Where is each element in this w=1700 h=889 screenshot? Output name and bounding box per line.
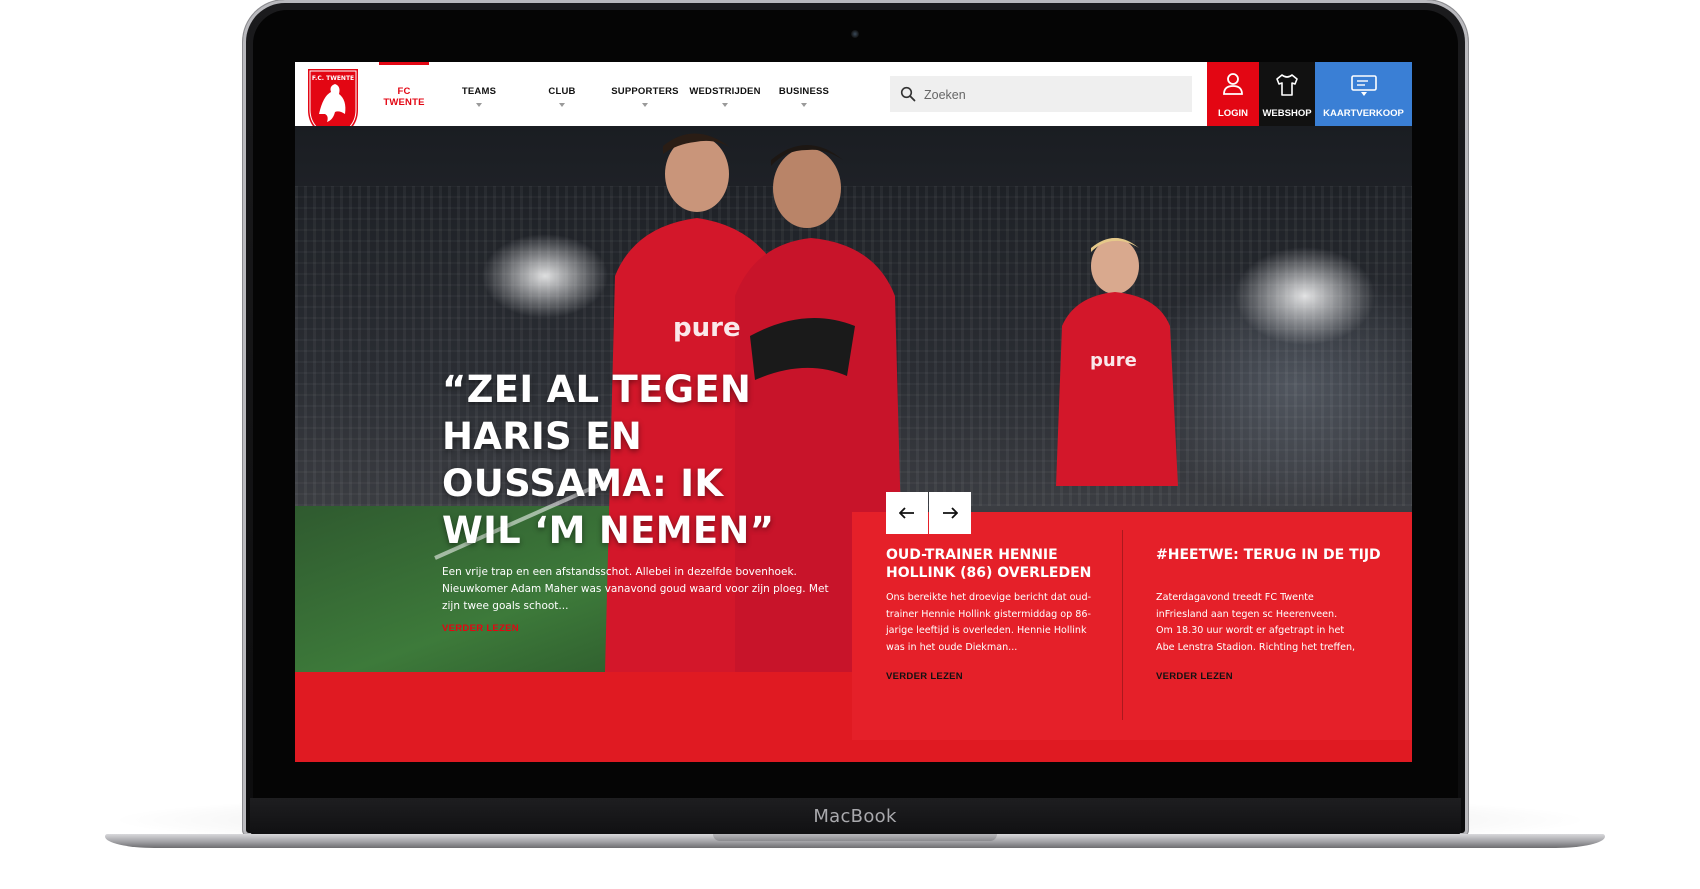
site-header: F.C. TWENTE 1965 FC TWENTE TEAMS CLUB SU… xyxy=(295,62,1412,142)
nav-label: BUSINESS xyxy=(778,86,830,97)
nav-item-teams[interactable]: TEAMS xyxy=(444,62,514,126)
news-card-excerpt: Ons bereikte het droevige bericht dat ou… xyxy=(886,592,1092,653)
hero-read-more-link[interactable]: VERDER LEZEN xyxy=(442,623,519,634)
chevron-down-icon xyxy=(476,103,482,107)
news-card-title[interactable]: #HEETWE: TERUG IN DE TIJD xyxy=(1156,546,1381,564)
nav-label: FC TWENTE xyxy=(383,86,425,108)
search-icon xyxy=(900,86,916,102)
chevron-down-icon xyxy=(559,103,565,107)
tickets-label: KAARTVERKOOP xyxy=(1323,108,1404,119)
browser-viewport: F.C. TWENTE 1965 FC TWENTE TEAMS CLUB SU… xyxy=(295,62,1412,762)
login-button[interactable]: LOGIN xyxy=(1207,62,1259,126)
svg-text:pure: pure xyxy=(1090,350,1137,371)
shirt-icon xyxy=(1276,74,1298,96)
ticket-icon xyxy=(1350,75,1377,96)
login-label: LOGIN xyxy=(1217,108,1249,119)
nav-item-wedstrijden[interactable]: WEDSTRIJDEN xyxy=(685,62,765,126)
news-card-read-more-link[interactable]: VERDER LEZEN xyxy=(886,671,963,682)
search-input[interactable] xyxy=(922,82,1181,108)
hero-headline[interactable]: “ZEI AL TEGEN HARIS EN OUSSAMA: IK WIL ‘… xyxy=(442,366,802,554)
camera-icon xyxy=(851,30,859,38)
search-box[interactable] xyxy=(890,76,1192,112)
nav-item-fc-twente[interactable]: FC TWENTE xyxy=(379,62,429,126)
laptop-base-notch xyxy=(713,834,997,841)
nav-label: TEAMS xyxy=(461,86,497,97)
player-photo-right: pure xyxy=(1056,238,1178,486)
nav-item-business[interactable]: BUSINESS xyxy=(769,62,839,126)
chevron-down-icon xyxy=(722,103,728,107)
nav-item-club[interactable]: CLUB xyxy=(527,62,597,126)
news-card-read-more-link[interactable]: VERDER LEZEN xyxy=(1156,671,1233,682)
webshop-label: WEBSHOP xyxy=(1262,108,1312,119)
divider xyxy=(1122,530,1123,720)
hero-excerpt: Een vrije trap en een afstandsschot. All… xyxy=(442,566,829,612)
device-brand-label: MacBook xyxy=(813,806,897,827)
news-card[interactable]: OUD-TRAINER HENNIE HOLLINK (86) OVERLEDE… xyxy=(886,512,1126,740)
nav-label: CLUB xyxy=(548,86,576,97)
news-panel: OUD-TRAINER HENNIE HOLLINK (86) OVERLEDE… xyxy=(852,492,1412,740)
nav-item-supporters[interactable]: SUPPORTERS xyxy=(605,62,685,126)
nav-label: WEDSTRIJDEN xyxy=(689,86,761,97)
svg-text:pure: pure xyxy=(673,313,741,343)
news-card-excerpt: Zaterdagavond treedt FC Twente inFriesla… xyxy=(1156,592,1356,653)
logo-text: F.C. TWENTE xyxy=(312,75,354,82)
nav-label: SUPPORTERS xyxy=(611,86,679,97)
webshop-button[interactable]: WEBSHOP xyxy=(1259,62,1315,126)
tickets-button[interactable]: KAARTVERKOOP xyxy=(1315,62,1412,126)
news-card-title[interactable]: OUD-TRAINER HENNIE HOLLINK (86) OVERLEDE… xyxy=(886,546,1111,582)
chevron-down-icon xyxy=(642,103,648,107)
user-icon xyxy=(1223,73,1243,95)
news-card[interactable]: #HEETWE: TERUG IN DE TIJD Zaterdagavond … xyxy=(1156,512,1396,740)
chevron-down-icon xyxy=(801,103,807,107)
